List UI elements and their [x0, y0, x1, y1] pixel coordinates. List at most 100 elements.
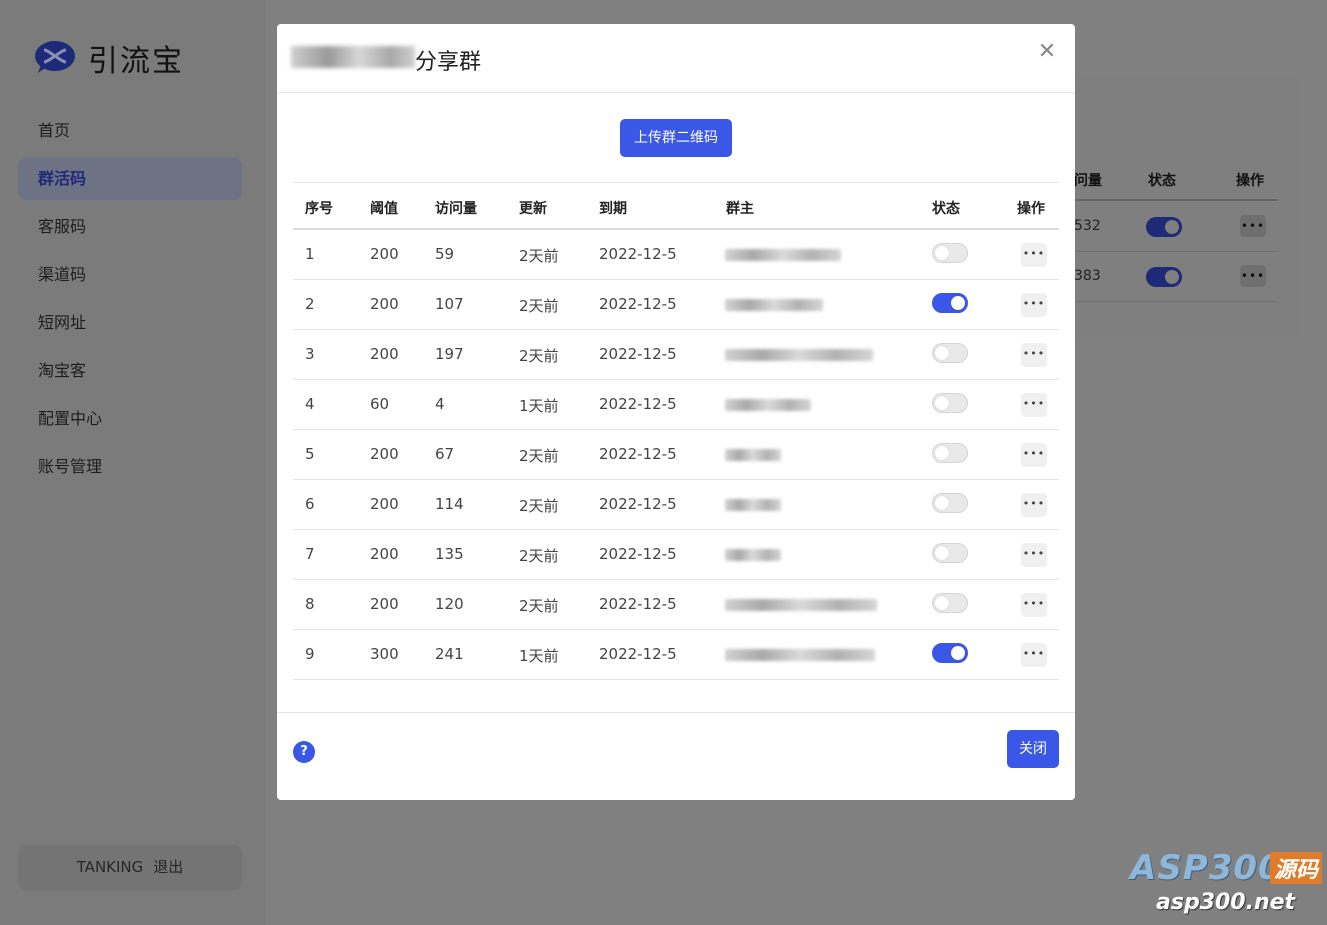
status-toggle[interactable]	[932, 343, 968, 363]
more-icon[interactable]: •••	[1021, 293, 1047, 317]
sidebar-item-home[interactable]: 首页	[18, 110, 242, 152]
redacted-owner	[725, 649, 875, 661]
share-group-modal: 分享群 ✕ 上传群二维码 序号 阈值 访问量 更新 到期 群主 状态 操作 12…	[277, 24, 1075, 800]
bg-header-action: 操作	[1236, 173, 1264, 189]
watermark-brand: ASP300	[1130, 848, 1283, 888]
cell-updated: 2天前	[519, 597, 559, 615]
sidebar-item-group-qrcode[interactable]: 群活码	[18, 158, 242, 200]
sidebar-item-config[interactable]: 配置中心	[18, 398, 242, 440]
cell-index: 3	[305, 345, 315, 363]
sidebar-item-accounts[interactable]: 账号管理	[18, 446, 242, 488]
bg-status-toggle[interactable]	[1146, 217, 1182, 237]
cell-expires: 2022-12-5	[599, 595, 677, 613]
cell-index: 2	[305, 295, 315, 313]
logout-button[interactable]: TANKING 退出	[18, 845, 242, 890]
cell-updated: 1天前	[519, 647, 559, 665]
help-icon[interactable]: ?	[293, 741, 315, 763]
bg-table-row: 532 •••	[1074, 202, 1278, 252]
cell-expires: 2022-12-5	[599, 445, 677, 463]
cell-expires: 2022-12-5	[599, 645, 677, 663]
group-table: 序号 阈值 访问量 更新 到期 群主 状态 操作 1 200 59 2天前 2022-1…	[293, 182, 1059, 680]
status-toggle[interactable]	[932, 593, 968, 613]
close-icon[interactable]: ✕	[1035, 40, 1059, 64]
more-icon[interactable]: •••	[1021, 593, 1047, 617]
table-row: 3 200 197 2天前 2022-12-5 •••	[293, 330, 1059, 380]
redacted-group-name	[291, 46, 415, 68]
cell-threshold: 200	[370, 445, 399, 463]
sidebar-nav: 首页 群活码 客服码 渠道码 短网址 淘宝客 配置中心 账号管理	[18, 110, 242, 494]
cell-expires: 2022-12-5	[599, 245, 677, 263]
sidebar-item-taobaoke[interactable]: 淘宝客	[18, 350, 242, 392]
cell-visits: 59	[435, 245, 455, 263]
more-icon[interactable]: •••	[1021, 243, 1047, 267]
cell-threshold: 200	[370, 295, 399, 313]
more-icon[interactable]: •••	[1240, 265, 1266, 287]
header-updated: 更新	[519, 201, 547, 217]
more-icon[interactable]: •••	[1021, 493, 1047, 517]
cell-expires: 2022-12-5	[599, 345, 677, 363]
cell-index: 8	[305, 595, 315, 613]
bg-visits: 532	[1074, 218, 1101, 234]
redacted-owner	[725, 349, 873, 361]
header-status: 状态	[932, 201, 960, 217]
cell-updated: 1天前	[519, 397, 559, 415]
cell-visits: 197	[435, 345, 464, 363]
sidebar-item-service-qrcode[interactable]: 客服码	[18, 206, 242, 248]
watermark: ASP300 源码 asp300.net	[1130, 848, 1326, 920]
close-button[interactable]: 关闭	[1007, 730, 1059, 768]
bg-header-visits: 问量	[1074, 173, 1102, 189]
status-toggle[interactable]	[932, 293, 968, 313]
redacted-owner	[725, 299, 823, 311]
table-header: 序号 阈值 访问量 更新 到期 群主 状态 操作	[293, 182, 1059, 230]
more-icon[interactable]: •••	[1021, 643, 1047, 667]
more-icon[interactable]: •••	[1021, 543, 1047, 567]
status-toggle[interactable]	[932, 393, 968, 413]
username: TANKING	[76, 858, 144, 876]
logout-label: 退出	[153, 858, 184, 876]
header-visits: 访问量	[435, 201, 477, 217]
cell-visits: 241	[435, 645, 464, 663]
sidebar-item-short-url[interactable]: 短网址	[18, 302, 242, 344]
status-toggle[interactable]	[932, 243, 968, 263]
bg-status-toggle[interactable]	[1146, 267, 1182, 287]
cell-updated: 2天前	[519, 247, 559, 265]
header-owner: 群主	[726, 201, 754, 217]
table-row: 8 200 120 2天前 2022-12-5 •••	[293, 580, 1059, 630]
more-icon[interactable]: •••	[1021, 343, 1047, 367]
cell-threshold: 60	[370, 395, 390, 413]
cell-index: 7	[305, 545, 315, 563]
cell-index: 6	[305, 495, 315, 513]
cell-threshold: 300	[370, 645, 399, 663]
cell-visits: 114	[435, 495, 464, 513]
cell-index: 1	[305, 245, 315, 263]
status-toggle[interactable]	[932, 543, 968, 563]
cell-expires: 2022-12-5	[599, 545, 677, 563]
status-toggle[interactable]	[932, 443, 968, 463]
cell-updated: 2天前	[519, 497, 559, 515]
bg-visits: 383	[1074, 268, 1101, 284]
cell-threshold: 200	[370, 545, 399, 563]
sidebar-item-channel-qrcode[interactable]: 渠道码	[18, 254, 242, 296]
cell-updated: 2天前	[519, 447, 559, 465]
more-icon[interactable]: •••	[1021, 443, 1047, 467]
upload-qrcode-button[interactable]: 上传群二维码	[620, 119, 732, 157]
cell-updated: 2天前	[519, 547, 559, 565]
table-row: 7 200 135 2天前 2022-12-5 •••	[293, 530, 1059, 580]
cell-visits: 67	[435, 445, 455, 463]
bg-table-header: 问量 状态 操作	[1074, 155, 1278, 201]
header-expires: 到期	[599, 201, 627, 217]
cell-index: 5	[305, 445, 315, 463]
cell-expires: 2022-12-5	[599, 295, 677, 313]
cell-visits: 135	[435, 545, 464, 563]
bg-table-row: 383 •••	[1074, 252, 1278, 302]
status-toggle[interactable]	[932, 643, 968, 663]
status-toggle[interactable]	[932, 493, 968, 513]
redacted-owner	[725, 449, 781, 461]
cell-threshold: 200	[370, 495, 399, 513]
cell-threshold: 200	[370, 345, 399, 363]
watermark-site: asp300.net	[1156, 890, 1296, 915]
more-icon[interactable]: •••	[1021, 393, 1047, 417]
cell-visits: 120	[435, 595, 464, 613]
redacted-owner	[725, 399, 811, 411]
more-icon[interactable]: •••	[1240, 215, 1266, 237]
